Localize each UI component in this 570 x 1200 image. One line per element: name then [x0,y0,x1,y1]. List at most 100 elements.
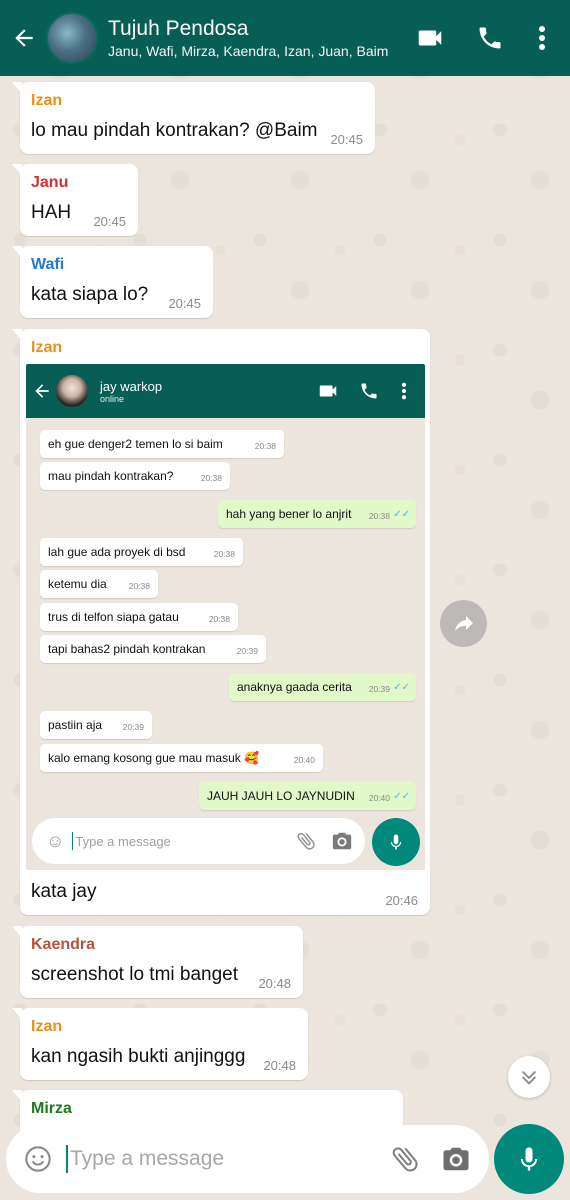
screenshot-message-time: 20:40 [368,793,390,803]
chat-header: Tujuh Pendosa Janu, Wafi, Mirza, Kaendra… [0,0,570,76]
message-time: 20:46 [385,893,418,908]
screenshot-message-text: kalo emang kosong gue mau masuk 🥰 [48,751,260,765]
screenshot-message-text: trus di telfon siapa gatau [48,610,179,624]
back-button[interactable] [2,0,46,76]
more-vertical-icon [401,382,407,400]
screenshot-message-text: JAUH JAUH LO JAYNUDIN [207,789,355,803]
read-ticks-icon: ✓✓ [393,509,410,520]
screenshot-message: ketemu dia 20:38 [40,570,158,598]
screenshot-header: jay warkop online [26,364,425,418]
more-options-button[interactable] [520,0,564,76]
group-avatar[interactable] [46,12,98,64]
sender-name: Mirza [31,1100,72,1117]
message-text: kata siapa lo? [31,284,149,305]
message-input[interactable]: Type a message [70,1147,389,1171]
message-bubble[interactable]: Izan lo mau pindah kontrakan? @Baim 20:4… [12,82,375,154]
message-bubble[interactable]: Izan kan ngasih bukti anjinggg 20:48 [12,1008,308,1080]
screenshot-message-outgoing: hah yang bener lo anjrit 20:38 ✓✓ [218,500,416,528]
screenshot-message: trus di telfon siapa gatau 20:38 [40,603,238,631]
camera-icon[interactable] [441,1144,471,1174]
message-bubble[interactable]: Kaendra screenshot lo tmi banget 20:48 [12,926,303,998]
screenshot-message-text: mau pindah kontrakan? [48,469,174,483]
screenshot-message-time: 20:38 [128,581,150,591]
sender-name: Janu [31,174,69,191]
read-ticks-icon: ✓✓ [393,682,410,693]
screenshot-message-time: 20:39 [368,684,390,694]
back-arrow-icon [35,384,49,398]
screenshot-message-time: 20:38 [368,511,390,521]
screenshot-message-time: 20:39 [122,722,144,732]
screenshot-message-time: 20:40 [293,755,315,765]
screenshot-message-text: lah gue ada proyek di bsd [48,545,186,559]
video-call-icon [319,385,337,397]
message-text: lo mau pindah kontrakan? @Baim [31,120,318,141]
screenshot-message-outgoing: JAUH JAUH LO JAYNUDIN 20:40 ✓✓ [199,782,416,810]
contact-status: online [100,393,125,404]
attach-icon [297,833,315,850]
message-input-bar[interactable]: Type a message [6,1125,489,1193]
forward-button[interactable] [440,600,487,647]
voice-call-button[interactable] [460,0,520,76]
message-time: 20:45 [330,132,363,147]
screenshot-message: pastiin aja 20:39 [40,711,152,739]
screenshot-message: eh gue denger2 temen lo si baim 20:38 [40,430,284,458]
microphone-icon [520,1147,538,1171]
contact-name: jay warkop [100,378,163,394]
message-time: 20:48 [258,976,291,991]
screenshot-message-text: pastiin aja [48,718,103,732]
sender-name: Kaendra [31,936,96,953]
microphone-icon [390,834,402,850]
group-members: Janu, Wafi, Mirza, Kaendra, Izan, Juan, … [108,43,389,59]
screenshot-message-time: 20:38 [208,614,230,624]
group-title: Tujuh Pendosa [108,17,249,40]
screenshot-message: tapi bahas2 pindah kontrakan 20:39 [40,635,266,663]
voice-call-icon [361,383,377,399]
group-info[interactable]: Tujuh Pendosa Janu, Wafi, Mirza, Kaendra… [108,16,400,60]
back-arrow-icon [15,29,33,47]
attached-screenshot[interactable]: jay warkop online eh gue denger2 temen l… [26,364,425,870]
screenshot-message-text: anaknya gaada cerita [237,680,352,694]
forward-icon [454,615,473,631]
video-call-button[interactable] [400,0,460,76]
emoji-icon[interactable] [24,1145,52,1173]
message-text: HAH [31,202,72,223]
screenshot-mic-button [372,818,420,866]
screenshot-message-time: 20:38 [213,549,235,559]
scroll-to-bottom-button[interactable] [508,1056,550,1098]
sender-name: Izan [31,92,63,109]
message-text: screenshot lo tmi banget [31,964,239,985]
voice-message-button[interactable] [494,1124,564,1194]
screenshot-message-time: 20:39 [236,646,258,656]
text-cursor [66,1145,68,1173]
image-caption: kata jay [31,881,97,902]
attach-icon[interactable] [389,1143,421,1175]
screenshot-message-time: 20:38 [254,441,276,451]
contact-avatar [56,375,88,407]
message-time: 20:48 [263,1058,296,1073]
message-time: 20:45 [168,296,201,311]
voice-call-icon [479,27,501,49]
screenshot-message-text: ketemu dia [48,577,107,591]
read-ticks-icon: ✓✓ [393,791,410,802]
message-time: 20:45 [93,214,126,229]
emoji-icon: ☺ [46,830,65,851]
screenshot-message-text: tapi bahas2 pindah kontrakan [48,642,206,656]
screenshot-message: lah gue ada proyek di bsd 20:38 [40,538,243,566]
screenshot-message: kalo emang kosong gue mau masuk 🥰 20:40 [40,744,323,772]
screenshot-message-input: ☺ Type a message [32,818,365,864]
screenshot-message-time: 20:38 [200,473,222,483]
message-bubble[interactable]: Wafi kata siapa lo? 20:45 [12,246,213,318]
sender-name: Izan [31,339,63,356]
screenshot-message-text: eh gue denger2 temen lo si baim [48,437,223,451]
screenshot-message-text: hah yang bener lo anjrit [226,507,352,521]
video-call-icon [418,30,442,46]
screenshot-input-placeholder: Type a message [75,833,171,849]
message-bubble[interactable]: Janu HAH 20:45 [12,164,138,236]
more-vertical-icon [539,26,545,50]
double-chevron-down-icon [521,1070,537,1085]
camera-icon [332,832,352,850]
sender-name: Wafi [31,256,65,273]
screenshot-message: mau pindah kontrakan? 20:38 [40,462,230,490]
message-text: kan ngasih bukti anjinggg [31,1046,246,1067]
screenshot-message-outgoing: anaknya gaada cerita 20:39 ✓✓ [229,673,416,701]
